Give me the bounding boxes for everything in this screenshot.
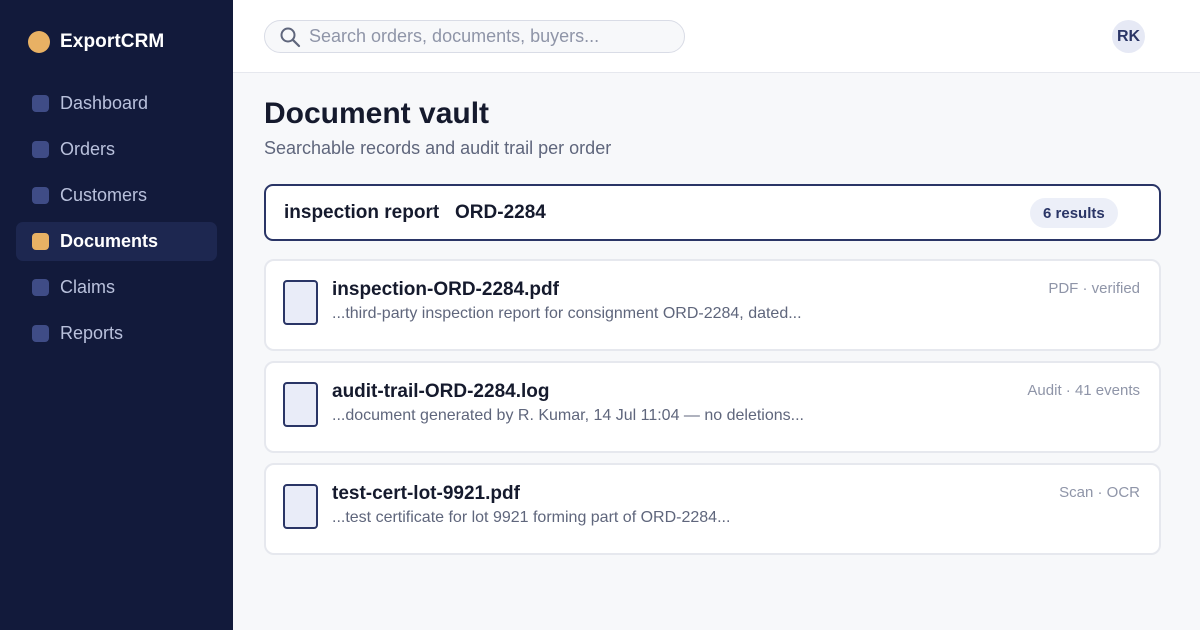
results-count-badge: 6 results [1030,198,1118,228]
sidebar-item-label: Documents [60,231,159,251]
claims-icon [32,279,49,296]
result-name: inspection-ORD-2284.pdf [332,279,559,300]
search-input[interactable] [309,26,669,47]
document-icon [283,484,318,529]
sidebar-nav: Dashboard Orders Customers Documents Cla… [16,84,217,360]
topbar: RK [233,0,1200,73]
result-name: test-cert-lot-9921.pdf [332,483,520,504]
documents-icon [32,233,49,250]
result-snippet: ...third-party inspection report for con… [332,305,802,322]
sidebar-item-dashboard[interactable]: Dashboard [16,84,217,123]
dashboard-icon [32,95,49,112]
query-bar[interactable]: inspection report ORD-2284 6 results [264,184,1161,241]
result-item[interactable]: inspection-ORD-2284.pdf ...third-party i… [264,259,1161,351]
page-subtitle: Searchable records and audit trail per o… [264,138,612,158]
search-icon [280,27,301,47]
customers-icon [32,187,49,204]
result-snippet: ...document generated by R. Kumar, 14 Ju… [332,407,804,424]
results-list: inspection-ORD-2284.pdf ...third-party i… [264,259,1161,565]
sidebar-item-label: Dashboard [60,93,149,113]
sidebar-item-label: Customers [60,185,148,205]
reports-icon [32,325,49,342]
result-meta: PDF · verified [1048,280,1140,297]
sidebar-item-label: Claims [60,277,116,297]
page-title: Document vault [264,97,490,130]
result-item[interactable]: audit-trail-ORD-2284.log ...document gen… [264,361,1161,453]
result-name: audit-trail-ORD-2284.log [332,381,550,402]
document-icon [283,280,318,325]
sidebar-item-label: Orders [60,139,116,159]
document-icon [283,382,318,427]
result-snippet: ...test certificate for lot 9921 forming… [332,509,731,526]
sidebar: ExportCRM Dashboard Orders Customers Doc… [0,0,233,630]
avatar-initials: RK [1116,27,1141,45]
result-meta: Scan · OCR [1059,484,1140,501]
avatar[interactable]: RK [1112,20,1145,53]
sidebar-item-orders[interactable]: Orders [16,130,217,169]
result-meta: Audit · 41 events [1027,382,1140,399]
sidebar-item-documents[interactable]: Documents [16,222,217,261]
brand-logo-icon [28,31,50,53]
sidebar-item-reports[interactable]: Reports [16,314,217,353]
sidebar-item-customers[interactable]: Customers [16,176,217,215]
sidebar-item-claims[interactable]: Claims [16,268,217,307]
sidebar-item-label: Reports [60,323,124,343]
brand-name: ExportCRM [60,31,165,52]
brand[interactable]: ExportCRM [28,30,164,54]
search-box[interactable] [264,20,685,53]
orders-icon [32,141,49,158]
result-item[interactable]: test-cert-lot-9921.pdf ...test certifica… [264,463,1161,555]
query-text: inspection report ORD-2284 [284,201,546,223]
